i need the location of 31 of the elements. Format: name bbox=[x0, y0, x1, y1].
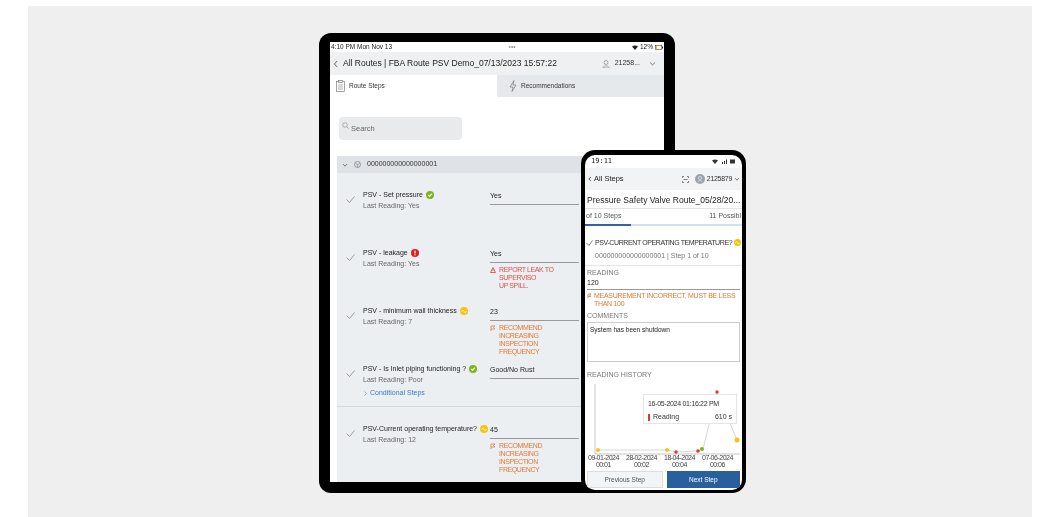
checkmark-icon bbox=[346, 430, 355, 437]
checkmark-icon bbox=[346, 312, 355, 319]
scan-icon bbox=[681, 175, 689, 183]
flag-icon bbox=[490, 442, 496, 449]
lightning-icon bbox=[509, 80, 517, 92]
warning-icon bbox=[490, 266, 496, 273]
back-chevron-icon bbox=[587, 176, 593, 182]
account-dropdown-button[interactable] bbox=[734, 176, 740, 182]
back-chevron-icon bbox=[332, 59, 340, 68]
checkmark-icon bbox=[346, 370, 355, 377]
signal-battery-icon bbox=[712, 158, 736, 164]
checkmark-icon bbox=[586, 239, 593, 246]
series-marker-icon bbox=[648, 413, 650, 421]
chevron-right-icon bbox=[363, 390, 368, 396]
wifi-icon bbox=[632, 44, 638, 50]
chevron-down-icon bbox=[649, 60, 656, 67]
back-button[interactable] bbox=[332, 59, 340, 68]
battery-icon bbox=[655, 44, 663, 50]
user-icon bbox=[601, 59, 610, 68]
account-dropdown-button[interactable] bbox=[649, 60, 656, 67]
chevron-down-icon bbox=[734, 176, 740, 182]
flag-icon bbox=[587, 292, 592, 298]
cube-icon bbox=[354, 161, 361, 168]
route-title: Pressure Safety Valve Route_05/28/20... bbox=[586, 194, 742, 207]
checkmark-icon bbox=[346, 196, 355, 203]
flag-icon bbox=[490, 324, 496, 331]
checkmark-icon bbox=[346, 254, 355, 261]
page-title: All Routes | FBA Route PSV Demo_07/13/2023 15:57:22 bbox=[343, 57, 557, 70]
avatar-icon bbox=[694, 174, 705, 184]
search-icon bbox=[342, 121, 349, 129]
clipboard-icon bbox=[336, 80, 345, 92]
